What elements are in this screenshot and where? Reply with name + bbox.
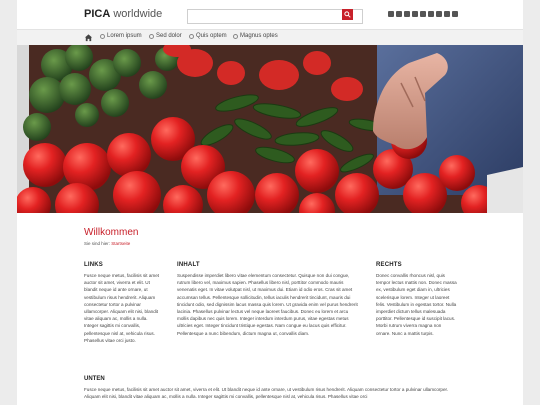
site-logo[interactable]: PICA worldwide bbox=[84, 8, 162, 20]
column-links-heading: LINKS bbox=[84, 262, 103, 268]
nav-item-sed-dolor[interactable]: Sed dolor bbox=[149, 33, 182, 39]
breadcrumb: Sie sind hier: Startseite bbox=[84, 241, 130, 246]
nav-item-quis-optem[interactable]: Quis optem bbox=[189, 33, 227, 39]
column-rechts-heading: RECHTS bbox=[376, 262, 402, 268]
search-icon bbox=[344, 11, 351, 18]
mail-icon[interactable] bbox=[388, 11, 394, 17]
rss-icon[interactable] bbox=[452, 11, 458, 17]
nav-item-lorem-ipsum[interactable]: Lorem ipsum bbox=[100, 33, 142, 39]
hero-image bbox=[17, 45, 523, 213]
vegetables-photo bbox=[17, 45, 523, 213]
nav-item-label: Magnus optes bbox=[240, 33, 278, 39]
logo-light: worldwide bbox=[110, 8, 163, 20]
column-inhalt-heading: INHALT bbox=[177, 262, 200, 268]
twitter-icon[interactable] bbox=[404, 11, 410, 17]
column-rechts-text: Donec convallis rhoncus nisl, quis tempo… bbox=[376, 273, 457, 336]
facebook-icon[interactable] bbox=[396, 11, 402, 17]
search-button[interactable] bbox=[342, 9, 353, 20]
page-container: PICA worldwide Lorem ipsum Sed dolor Qui… bbox=[17, 0, 523, 405]
column-inhalt: INHALT Suspendisse imperdiet libero vita… bbox=[177, 262, 359, 337]
search-input[interactable] bbox=[187, 9, 363, 24]
circle-icon bbox=[149, 33, 154, 39]
section-unten: UNTEN Fusce neque metus, facilisis sit a… bbox=[84, 376, 457, 400]
unten-heading: UNTEN bbox=[84, 376, 105, 382]
nav-item-label: Quis optem bbox=[196, 33, 227, 39]
nav-item-magnus-optes[interactable]: Magnus optes bbox=[233, 33, 278, 39]
site-header: PICA worldwide bbox=[17, 0, 523, 29]
flickr-icon[interactable] bbox=[444, 11, 450, 17]
nav-item-label: Lorem ipsum bbox=[107, 33, 142, 39]
breadcrumb-link-home[interactable]: Startseite bbox=[111, 241, 130, 246]
nav-item-label: Sed dolor bbox=[156, 33, 182, 39]
column-links: LINKS Fusce neque metus, facilisis sit a… bbox=[84, 262, 162, 344]
circle-icon bbox=[100, 33, 105, 39]
linkedin-icon[interactable] bbox=[420, 11, 426, 17]
column-links-text: Fusce neque metus, facilisis sit amet au… bbox=[84, 273, 160, 343]
breadcrumb-prefix: Sie sind hier: bbox=[84, 241, 111, 246]
xing-icon[interactable] bbox=[412, 11, 418, 17]
instagram-icon[interactable] bbox=[436, 11, 442, 17]
logo-bold: PICA bbox=[84, 8, 111, 20]
page-title: Willkommen bbox=[84, 227, 139, 238]
column-rechts: RECHTS Donec convallis rhoncus nisl, qui… bbox=[376, 262, 457, 337]
youtube-icon[interactable] bbox=[428, 11, 434, 17]
social-links bbox=[388, 11, 458, 17]
circle-icon bbox=[233, 33, 238, 39]
column-inhalt-text: Suspendisse imperdiet libero vitae eleme… bbox=[177, 273, 358, 336]
home-icon[interactable] bbox=[84, 33, 93, 42]
unten-text: Fusce neque metus, facilisis sit amet au… bbox=[84, 387, 449, 400]
circle-icon bbox=[189, 33, 194, 39]
